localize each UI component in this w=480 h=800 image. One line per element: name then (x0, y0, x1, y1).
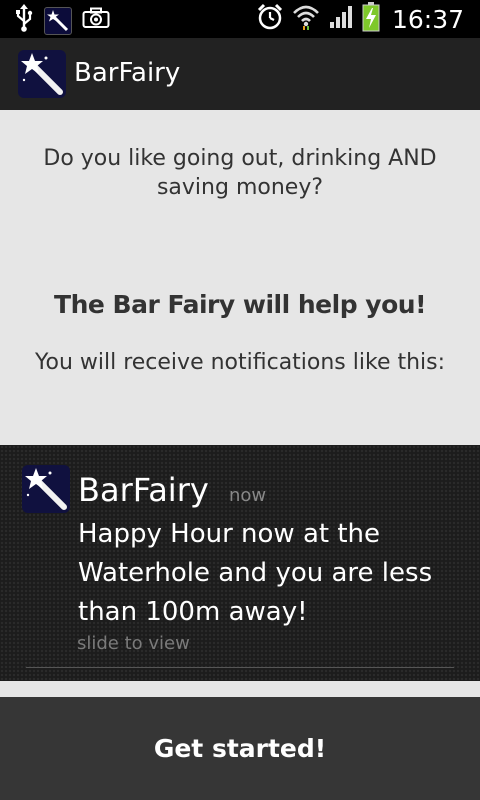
intro-panel: Do you like going out, drinking AND savi… (0, 110, 480, 445)
get-started-button[interactable]: Get started! (0, 697, 480, 800)
notification-hint: slide to view (77, 633, 190, 654)
status-bar-left (14, 4, 110, 37)
status-bar: 16:37 (0, 0, 480, 38)
app-notification-icon (44, 6, 72, 35)
battery-charging-icon (362, 2, 380, 37)
magic-wand-icon[interactable] (18, 50, 66, 98)
alarm-icon (256, 3, 284, 36)
wifi-icon (292, 3, 320, 36)
headline-text: The Bar Fairy will help you! (54, 290, 426, 319)
receive-text: You will receive notifications like this… (34, 350, 446, 375)
spacer (0, 681, 480, 697)
signal-icon (328, 4, 354, 35)
magic-wand-icon (22, 465, 70, 513)
app-title: BarFairy (74, 58, 181, 88)
notification-preview: BarFairy now Happy Hour now at the Water… (0, 445, 480, 681)
action-bar: BarFairy (0, 38, 480, 111)
clock: 16:37 (391, 4, 464, 34)
usb-icon (14, 4, 34, 37)
status-bar-right: 16:37 (256, 2, 464, 37)
divider (26, 667, 454, 668)
app-screen: 16:37 BarFairy Do you like going out, dr… (0, 0, 480, 800)
notification-body: Happy Hour now at the Waterhole and you … (78, 519, 433, 627)
notification-time: now (229, 485, 267, 506)
notification-title: BarFairy (78, 471, 209, 509)
camera-icon (82, 7, 110, 34)
intro-text: Do you like going out, drinking AND savi… (43, 146, 437, 200)
